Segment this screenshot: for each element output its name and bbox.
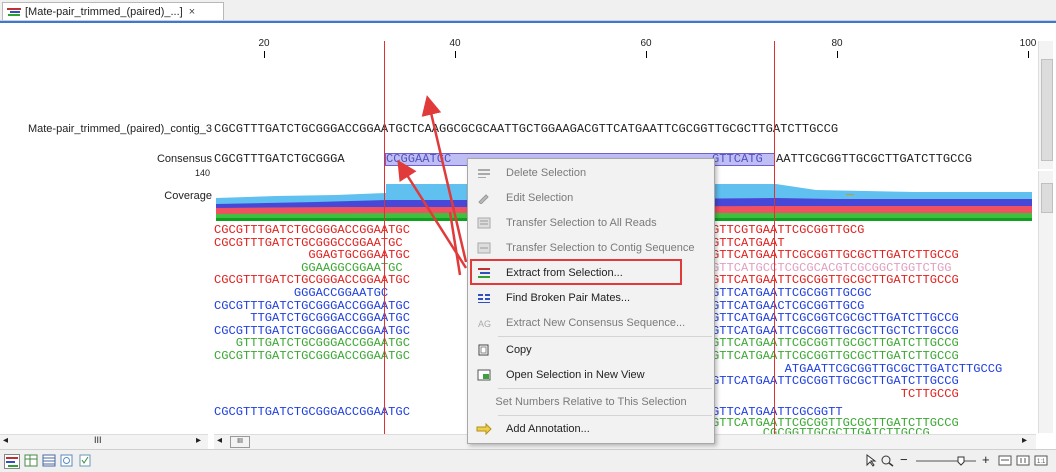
menu-item-copy[interactable]: Copy <box>468 337 714 362</box>
menu-item-label: Transfer Selection to Contig Sequence <box>506 241 695 254</box>
menu-item-extract-consensus[interactable]: AG Extract New Consensus Sequence... <box>468 310 714 335</box>
menu-item-label: Extract New Consensus Sequence... <box>506 316 686 329</box>
menu-item-label: Find Broken Pair Mates... <box>506 291 631 304</box>
menu-item-delete-selection[interactable]: Delete Selection <box>468 160 714 185</box>
svg-text:1:1: 1:1 <box>1037 459 1046 465</box>
scroll-left-arrow-icon[interactable]: ◂ <box>3 435 8 446</box>
scroll-left-arrow-icon[interactable]: ◂ <box>217 435 222 446</box>
add-annotation-icon <box>476 422 492 436</box>
zoom-slider[interactable] <box>916 454 976 467</box>
menu-item-label: Delete Selection <box>506 166 587 179</box>
menu-item-open-in-new-view[interactable]: Open Selection in New View <box>468 362 714 387</box>
delete-selection-icon <box>476 166 492 180</box>
scroll-right-arrow-icon[interactable]: ▸ <box>196 435 201 446</box>
transfer-contig-icon <box>476 241 492 255</box>
zoom-in-icon[interactable]: + <box>982 453 996 467</box>
menu-item-label: Set Numbers Relative to This Selection <box>495 395 687 408</box>
menu-item-add-annotation[interactable]: Add Annotation... <box>468 416 714 441</box>
horizontal-scrollbar-left[interactable]: ◂ III ▸ <box>0 434 208 449</box>
zoom-to-base-icon[interactable] <box>1016 454 1030 467</box>
grid-view-icon[interactable] <box>42 454 56 467</box>
transfer-reads-icon <box>476 216 492 230</box>
scroll-right-arrow-icon[interactable]: ▸ <box>1022 435 1027 446</box>
scroll-grip[interactable]: III <box>230 436 250 448</box>
menu-item-label: Copy <box>506 343 532 356</box>
table-view-icon[interactable] <box>24 454 38 467</box>
edit-selection-icon <box>476 191 492 205</box>
scroll-grip[interactable]: III <box>94 435 102 445</box>
menu-item-find-broken-pair-mates[interactable]: Find Broken Pair Mates... <box>468 285 714 310</box>
scroll-thumb[interactable] <box>1041 59 1053 161</box>
pointer-tool-icon[interactable] <box>864 454 878 467</box>
zoom-100-icon[interactable]: 1:1 <box>1034 454 1048 467</box>
broken-pair-icon <box>476 291 492 305</box>
context-menu: Delete Selection Edit Selection Transfer… <box>467 158 715 444</box>
zoom-tool-icon[interactable] <box>880 454 894 467</box>
menu-item-edit-selection[interactable]: Edit Selection <box>468 185 714 210</box>
menu-item-label: Edit Selection <box>506 191 574 204</box>
consensus-icon: AG <box>476 316 492 330</box>
menu-item-set-numbers-relative[interactable]: Set Numbers Relative to This Selection <box>468 389 714 414</box>
status-bar: − + 1:1 <box>0 449 1056 472</box>
vertical-scrollbar-top[interactable] <box>1038 41 1053 169</box>
svg-text:AG: AG <box>478 319 491 329</box>
annotation-view-icon[interactable] <box>78 454 92 467</box>
vertical-scrollbar-bottom[interactable] <box>1038 171 1053 433</box>
history-icon[interactable] <box>60 454 74 467</box>
menu-item-label: Open Selection in New View <box>506 368 645 381</box>
menu-item-transfer-contig[interactable]: Transfer Selection to Contig Sequence <box>468 235 714 260</box>
alignment-view-icon[interactable] <box>4 454 20 469</box>
extract-highlight-box <box>470 259 682 285</box>
zoom-out-icon[interactable]: − <box>900 453 914 467</box>
fit-width-icon[interactable] <box>998 454 1012 467</box>
menu-item-transfer-all-reads[interactable]: Transfer Selection to All Reads <box>468 210 714 235</box>
menu-item-label: Add Annotation... <box>506 422 590 435</box>
scroll-thumb[interactable] <box>1041 183 1053 213</box>
copy-icon <box>476 343 492 357</box>
new-view-icon <box>476 368 492 382</box>
menu-item-label: Transfer Selection to All Reads <box>506 216 657 229</box>
